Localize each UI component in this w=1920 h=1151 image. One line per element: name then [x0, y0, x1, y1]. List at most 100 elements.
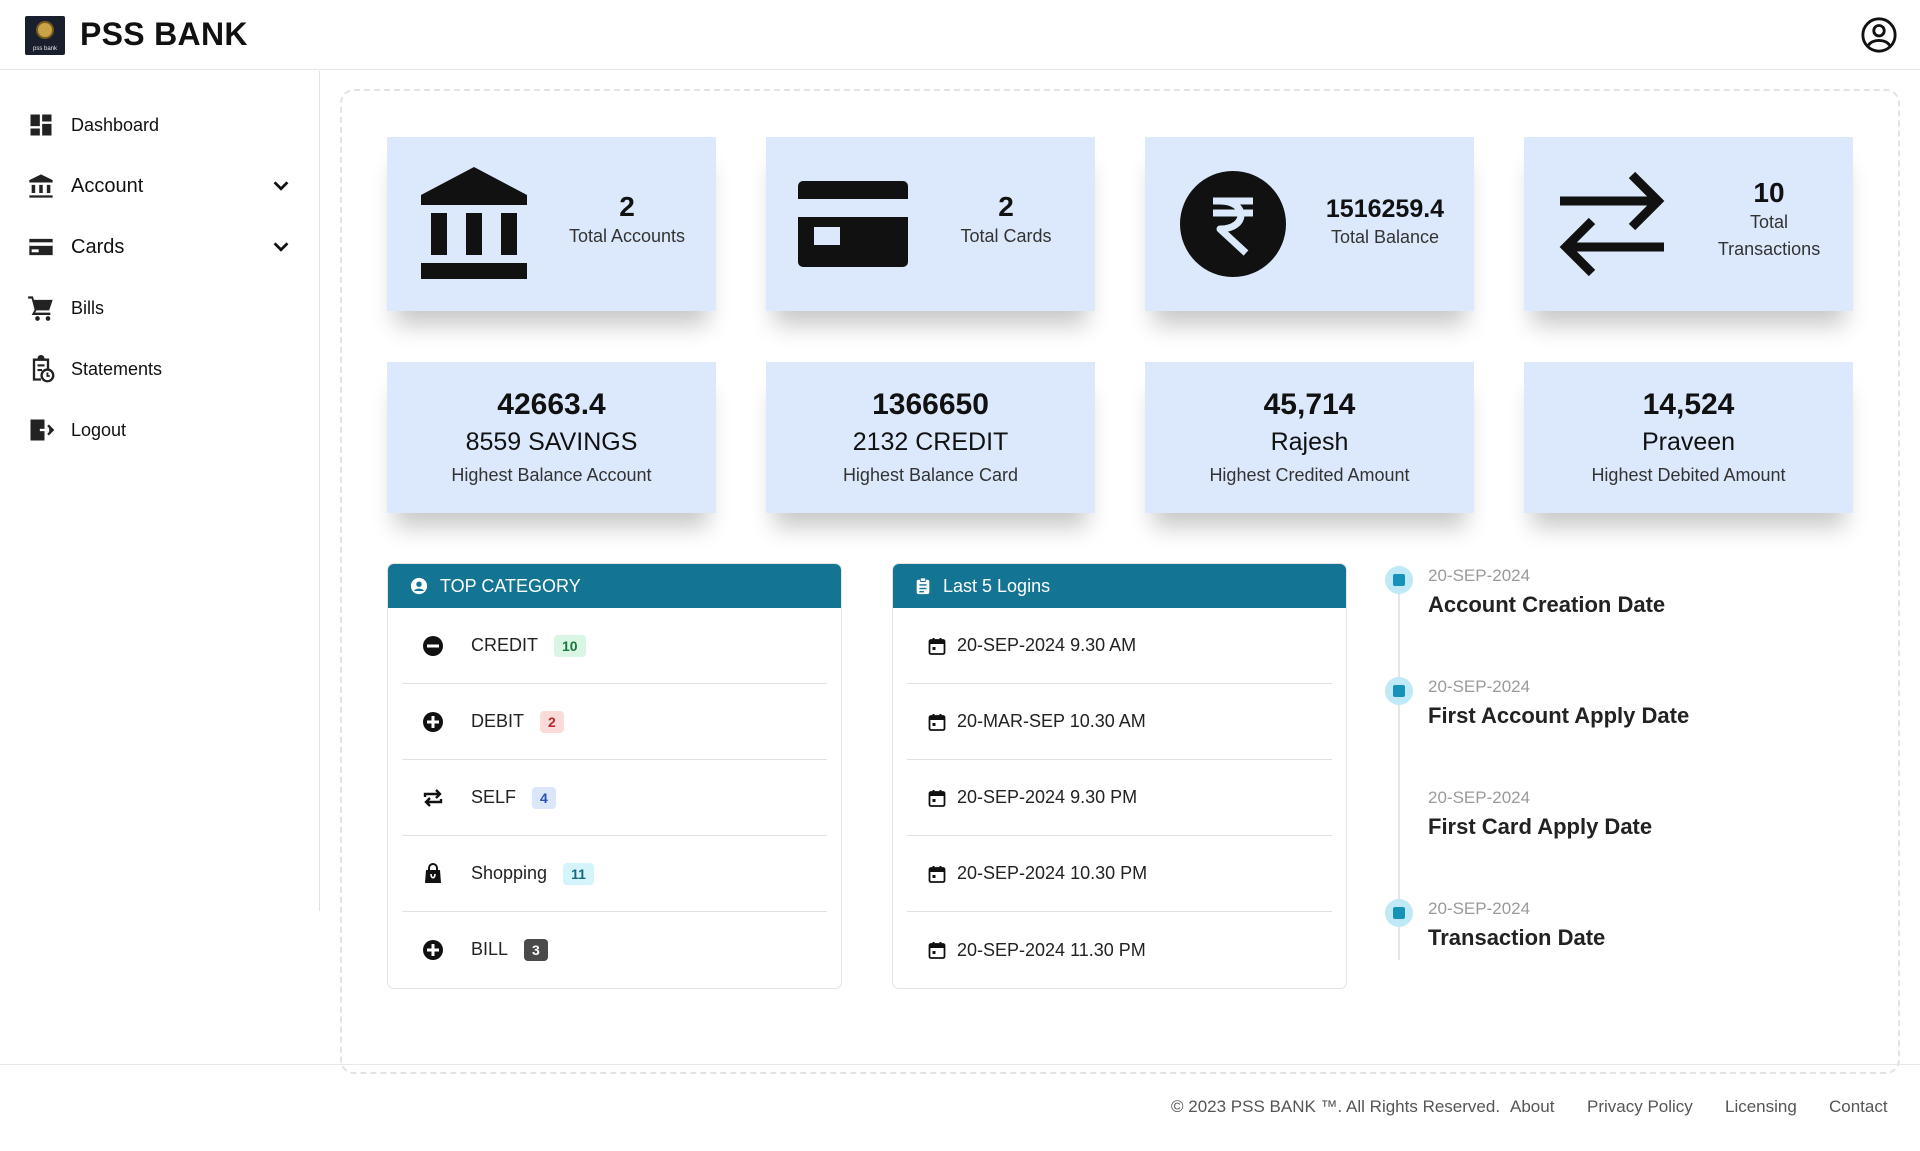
bank-icon	[421, 167, 527, 279]
category-row-bill[interactable]: BILL 3	[402, 912, 827, 988]
total-balance-value: 1516259.4	[1325, 195, 1445, 223]
calendar-icon	[928, 865, 946, 883]
highlight-card-account[interactable]: 42663.4 8559 SAVINGS Highest Balance Acc…	[387, 362, 716, 513]
sidebar-item-label: Logout	[71, 419, 127, 440]
timeline-dot-icon	[1385, 899, 1413, 927]
timeline: 20-SEP-2024 Account Creation Date 20-SEP…	[1373, 558, 1873, 978]
timeline-title: Account Creation Date	[1428, 592, 1666, 617]
category-row-self[interactable]: SELF 4	[402, 760, 827, 836]
count-badge: 4	[532, 786, 556, 809]
sidebar-item-bills[interactable]: Bills	[0, 284, 300, 332]
rupee-icon	[1180, 171, 1286, 277]
highlight-name: 2132 CREDIT	[852, 428, 1009, 456]
highlight-card-debited[interactable]: 14,524 Praveen Highest Debited Amount	[1524, 362, 1853, 513]
category-label: Shopping 11	[471, 862, 594, 885]
footer-link-privacy-policy[interactable]: Privacy Policy	[1587, 1097, 1693, 1117]
sidebar-item-label: Bills	[71, 297, 105, 318]
copyright-text: © 2023 PSS BANK ™. All Rights Reserved.	[1171, 1097, 1501, 1116]
footer: © 2023 PSS BANK ™. All Rights Reserved. …	[0, 1064, 1920, 1151]
category-row-credit[interactable]: CREDIT 10	[402, 608, 827, 684]
chevron-down-icon[interactable]	[270, 175, 292, 197]
calendar-icon	[928, 789, 946, 807]
total-transactions-value: 10	[1753, 177, 1785, 208]
card-icon	[798, 181, 908, 267]
timeline-item: 20-SEP-2024 Account Creation Date	[1373, 558, 1853, 658]
login-row: 20-SEP-2024 9.30 AM	[907, 608, 1332, 684]
plus-circle-icon	[423, 940, 443, 960]
sidebar-item-logout[interactable]: Logout	[0, 406, 300, 454]
login-timestamp: 20-SEP-2024 11.30 PM	[957, 939, 1146, 960]
sidebar-item-label: Cards	[71, 235, 125, 258]
timeline-title: First Account Apply Date	[1428, 703, 1690, 728]
login-timestamp: 20-SEP-2024 10.30 PM	[957, 863, 1148, 883]
summary-card-balance[interactable]: 1516259.4 Total Balance	[1145, 137, 1474, 311]
highlight-card-credited[interactable]: 45,714 Rajesh Highest Credited Amount	[1145, 362, 1474, 513]
login-row: 20-SEP-2024 10.30 PM	[907, 836, 1332, 912]
sidebar-item-statements[interactable]: Statements	[0, 345, 300, 393]
count-badge: 10	[554, 634, 586, 657]
total-cards-label: Total Cards	[960, 226, 1052, 246]
bank-icon	[29, 174, 53, 198]
category-label: BILL 3	[471, 939, 548, 961]
total-accounts-label: Total Accounts	[568, 226, 686, 246]
shopping-bag-icon	[425, 862, 441, 883]
sidebar: Dashboard Account Cards Bills Statements…	[0, 71, 320, 911]
timeline-date: 20-SEP-2024	[1428, 566, 1531, 585]
footer-link-about[interactable]: About	[1510, 1097, 1554, 1117]
login-row: 20-SEP-2024 9.30 PM	[907, 760, 1332, 836]
login-timestamp: 20-SEP-2024 9.30 PM	[957, 787, 1138, 807]
login-timestamp: 20-SEP-2024 9.30 AM	[957, 635, 1137, 655]
login-timestamp: 20-MAR-SEP 10.30 AM	[957, 711, 1146, 731]
last-logins-header: Last 5 Logins	[893, 564, 1346, 608]
summary-card-transactions[interactable]: 10 Total Transactions	[1524, 137, 1853, 311]
sidebar-item-dashboard[interactable]: Dashboard	[0, 101, 300, 149]
category-row-debit[interactable]: DEBIT 2	[402, 684, 827, 760]
sidebar-item-label: Statements	[71, 358, 163, 379]
timeline-date: 20-SEP-2024	[1428, 677, 1531, 696]
highlight-name: Rajesh	[1270, 428, 1349, 456]
total-cards-value: 2	[998, 191, 1014, 222]
last-logins-panel: Last 5 Logins 20-SEP-2024 9.30 AM 20-MAR…	[892, 563, 1347, 989]
highlight-label: Highest Debited Amount	[1591, 465, 1786, 485]
count-badge: 3	[524, 939, 548, 961]
panel-title: TOP CATEGORY	[440, 575, 581, 596]
sidebar-item-cards[interactable]: Cards	[0, 223, 300, 271]
timeline-date: 20-SEP-2024	[1428, 788, 1531, 807]
footer-link-licensing[interactable]: Licensing	[1725, 1097, 1797, 1117]
timeline-title: First Card Apply Date	[1428, 814, 1653, 839]
timeline-dot-icon	[1385, 677, 1413, 705]
sidebar-item-account[interactable]: Account	[0, 162, 300, 210]
timeline-date: 20-SEP-2024	[1428, 899, 1531, 918]
footer-link-contact[interactable]: Contact	[1829, 1097, 1888, 1117]
highlight-value: 1366650	[872, 388, 989, 421]
highlight-value: 45,714	[1263, 388, 1356, 421]
total-balance-label: Total Balance	[1330, 227, 1440, 247]
category-row-shopping[interactable]: Shopping 11	[402, 836, 827, 912]
category-label: DEBIT 2	[471, 710, 564, 733]
logo-emblem	[36, 21, 54, 39]
minus-circle-icon	[423, 635, 443, 656]
category-label: CREDIT 10	[471, 634, 586, 657]
bank-logo[interactable]: pss bank	[25, 16, 65, 55]
cart-icon	[28, 296, 53, 321]
sidebar-item-label: Dashboard	[71, 114, 160, 135]
highlight-card-card[interactable]: 1366650 2132 CREDIT Highest Balance Card	[766, 362, 1095, 513]
category-label: SELF 4	[471, 786, 556, 809]
highlight-value: 42663.4	[497, 388, 606, 421]
user-account-icon[interactable]	[1860, 16, 1898, 54]
summary-card-accounts[interactable]: 2 Total Accounts	[387, 137, 716, 311]
logo-text: pss bank	[32, 46, 57, 52]
calendar-icon	[928, 942, 946, 959]
panel-title: Last 5 Logins	[943, 575, 1051, 596]
timeline-item: 20-SEP-2024 First Card Apply Date	[1373, 780, 1853, 880]
summary-card-cards[interactable]: 2 Total Cards	[766, 137, 1095, 311]
timeline-item: 20-SEP-2024 Transaction Date	[1373, 891, 1853, 991]
calendar-icon	[928, 713, 946, 731]
clipboard-icon	[916, 577, 930, 595]
sidebar-item-label: Account	[71, 174, 144, 197]
brand-title: PSS BANK	[80, 16, 248, 52]
timeline-title: Transaction Date	[1428, 925, 1606, 950]
highlight-name: 8559 SAVINGS	[465, 428, 638, 456]
plus-circle-icon	[423, 711, 443, 732]
chevron-down-icon[interactable]	[270, 236, 292, 258]
